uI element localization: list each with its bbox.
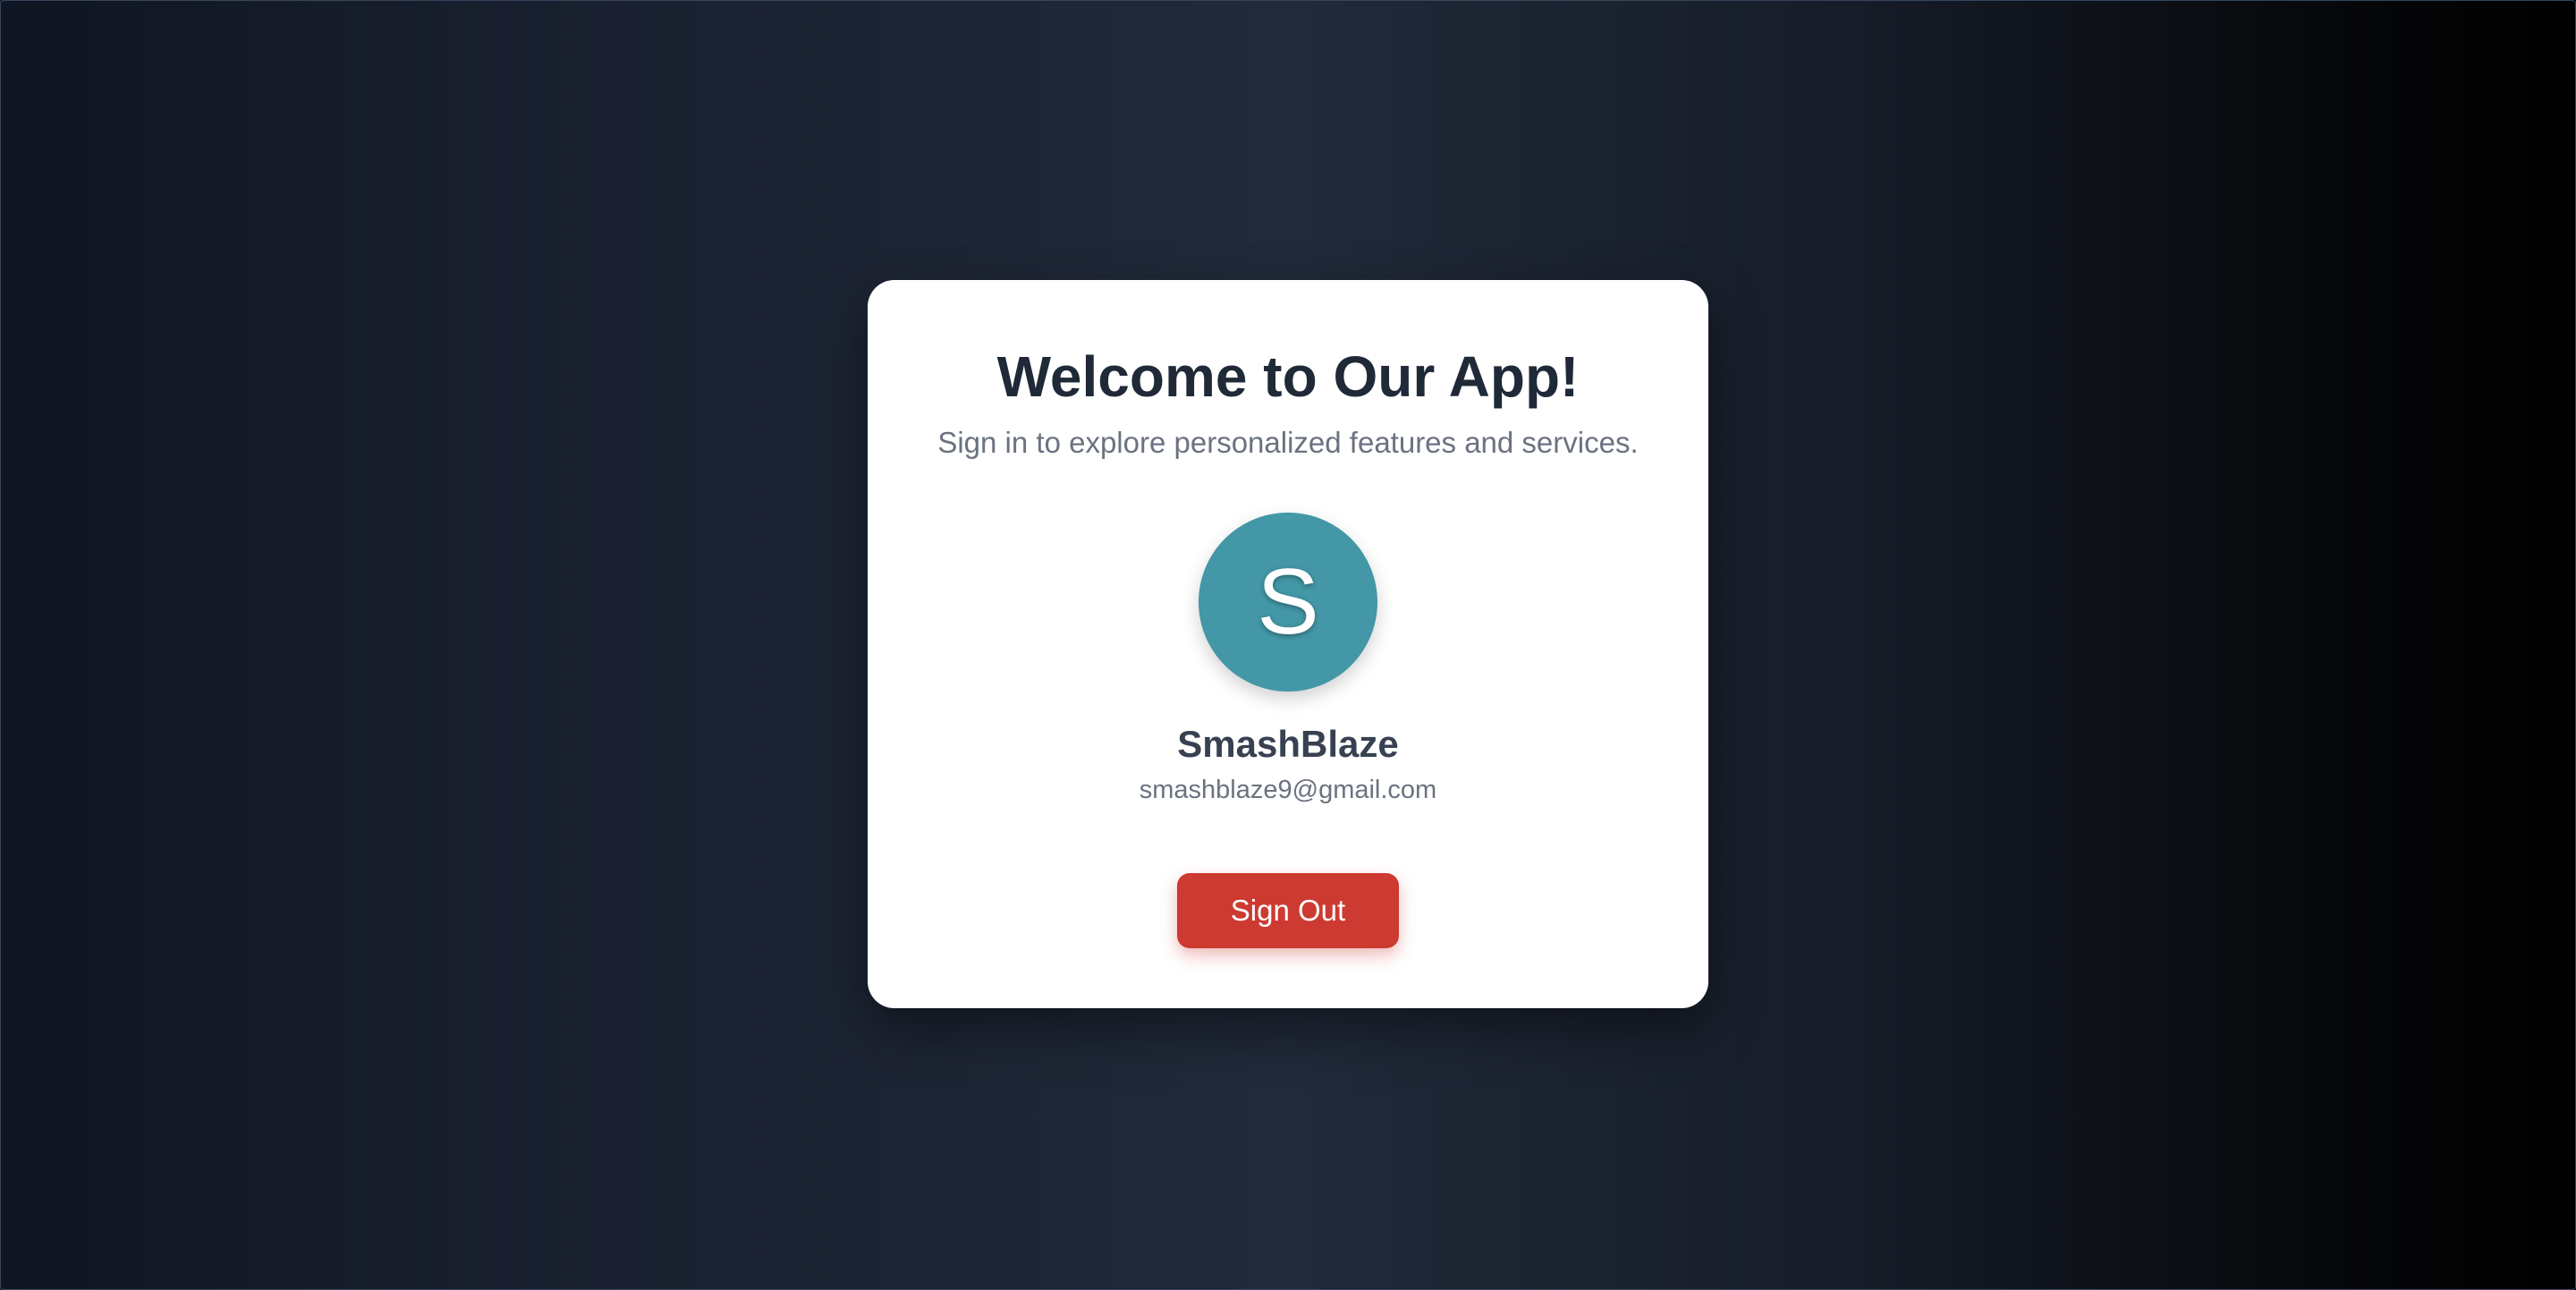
profile-card: Welcome to Our App! Sign in to explore p… bbox=[868, 280, 1708, 1008]
page-subtitle: Sign in to explore personalized features… bbox=[937, 426, 1639, 459]
page-title: Welcome to Our App! bbox=[996, 344, 1580, 409]
sign-out-button[interactable]: Sign Out bbox=[1177, 873, 1399, 948]
user-name: SmashBlaze bbox=[1177, 723, 1399, 765]
avatar-initial: S bbox=[1257, 550, 1319, 654]
avatar: S bbox=[1199, 513, 1377, 692]
user-email: smashblaze9@gmail.com bbox=[1139, 776, 1437, 804]
